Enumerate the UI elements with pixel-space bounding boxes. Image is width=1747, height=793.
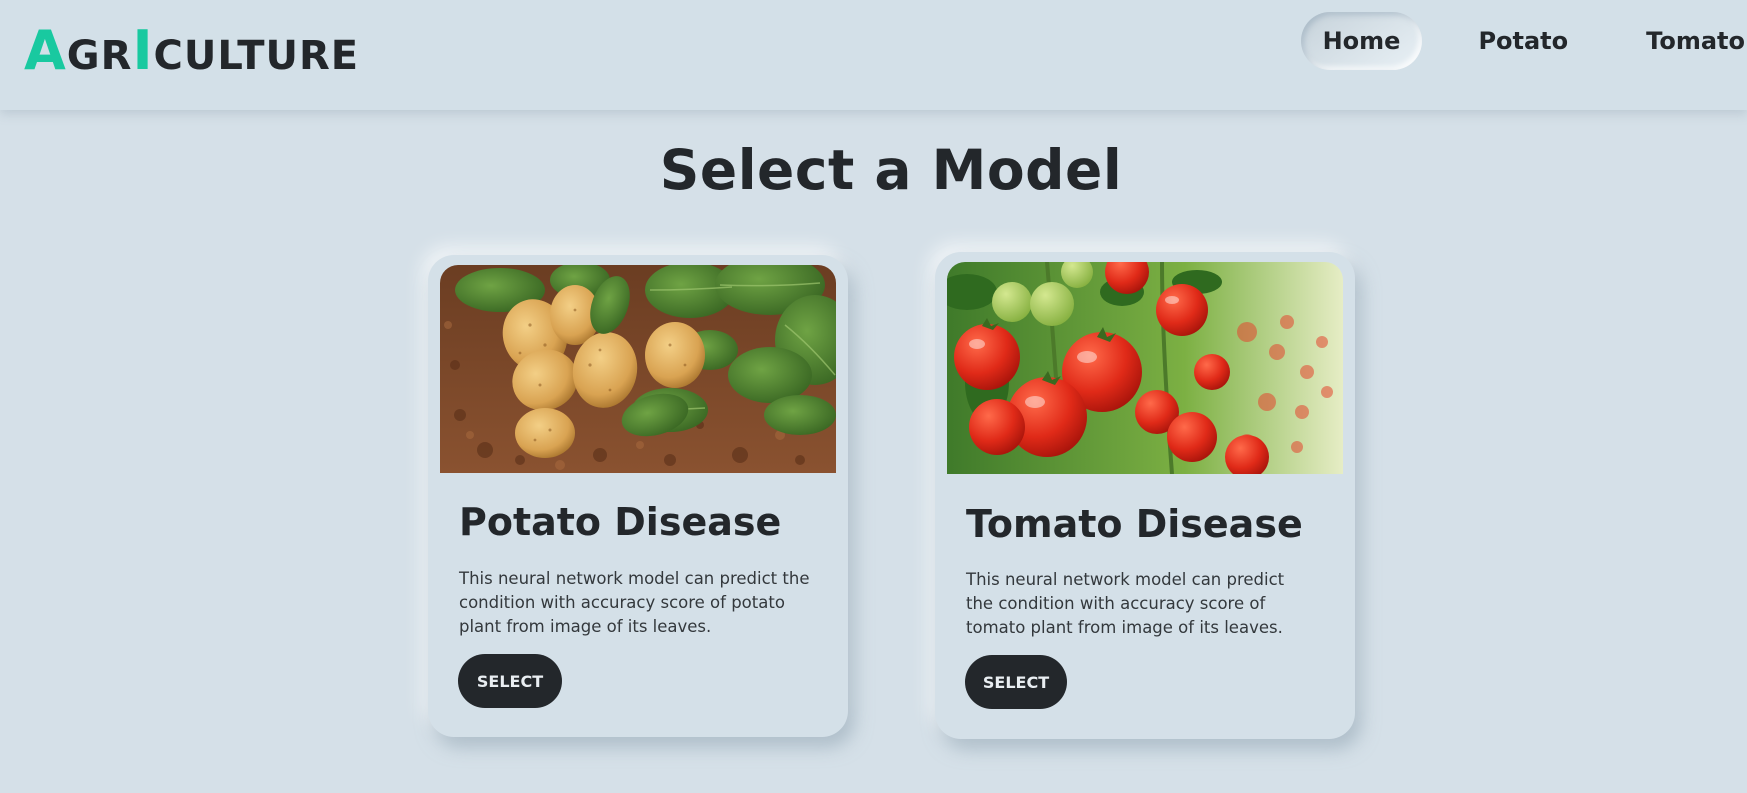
card-title: Tomato Disease [966, 502, 1303, 546]
page: A GR I CULTURE Home Potato Tomato Select… [0, 0, 1747, 793]
nav-potato-link[interactable]: Potato [1456, 12, 1590, 70]
logo-text-culture: CULTURE [153, 33, 360, 79]
potato-model-card: Potato Disease This neural network model… [428, 255, 848, 737]
logo[interactable]: A GR I CULTURE [24, 18, 360, 82]
nav-home-link[interactable]: Home [1300, 12, 1423, 70]
tomato-image [947, 262, 1343, 474]
navbar: A GR I CULTURE Home Potato Tomato [0, 0, 1747, 110]
potato-image [440, 265, 836, 473]
card-description: This neural network model can predict th… [966, 570, 1285, 637]
potato-select-button[interactable]: SELECT [458, 654, 562, 708]
main-nav: Home Potato Tomato [1300, 12, 1747, 70]
logo-letter-a: A [24, 19, 67, 82]
nav-tomato-link[interactable]: Tomato [1624, 12, 1747, 70]
tomato-select-button[interactable]: SELECT [965, 655, 1067, 709]
logo-text-gr: GR [66, 33, 133, 79]
logo-letter-i: I [132, 19, 154, 82]
page-title: Select a Model [659, 138, 1123, 202]
card-title: Potato Disease [459, 500, 782, 544]
tomato-model-card: Tomato Disease This neural network model… [935, 252, 1355, 739]
card-description: This neural network model can predict th… [459, 569, 810, 636]
